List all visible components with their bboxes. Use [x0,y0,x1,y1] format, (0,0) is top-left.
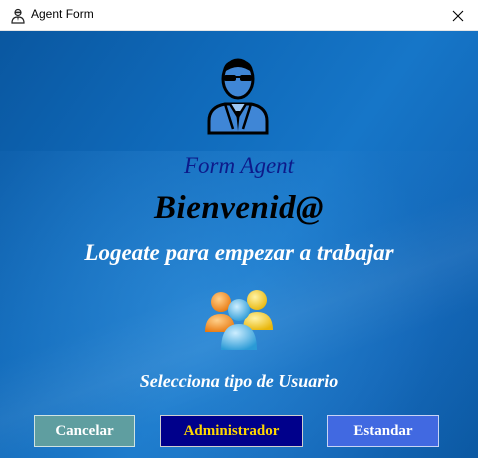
title-bar: Agent Form [0,0,478,31]
agent-form-window: Agent Form Form Agent Bienvenid@ Logeate… [0,0,478,458]
close-button[interactable] [438,0,478,31]
close-icon [452,10,464,21]
login-subtitle: Logeate para empezar a trabajar [84,240,394,265]
administrator-button[interactable]: Administrador [160,415,303,447]
window-title: Agent Form [31,7,94,21]
agent-avatar-icon [207,58,269,135]
user-type-label: Selecciona tipo de Usuario [139,371,339,391]
agent-small-icon [11,8,25,24]
form-content: Form Agent Bienvenid@ Logeate para empez… [0,31,478,458]
standard-button[interactable]: Estandar [327,415,439,447]
welcome-heading: Bienvenid@ [154,190,324,226]
user-group-icon [205,290,273,350]
cancel-button[interactable]: Cancelar [34,415,135,447]
form-title: Form Agent [183,153,295,178]
